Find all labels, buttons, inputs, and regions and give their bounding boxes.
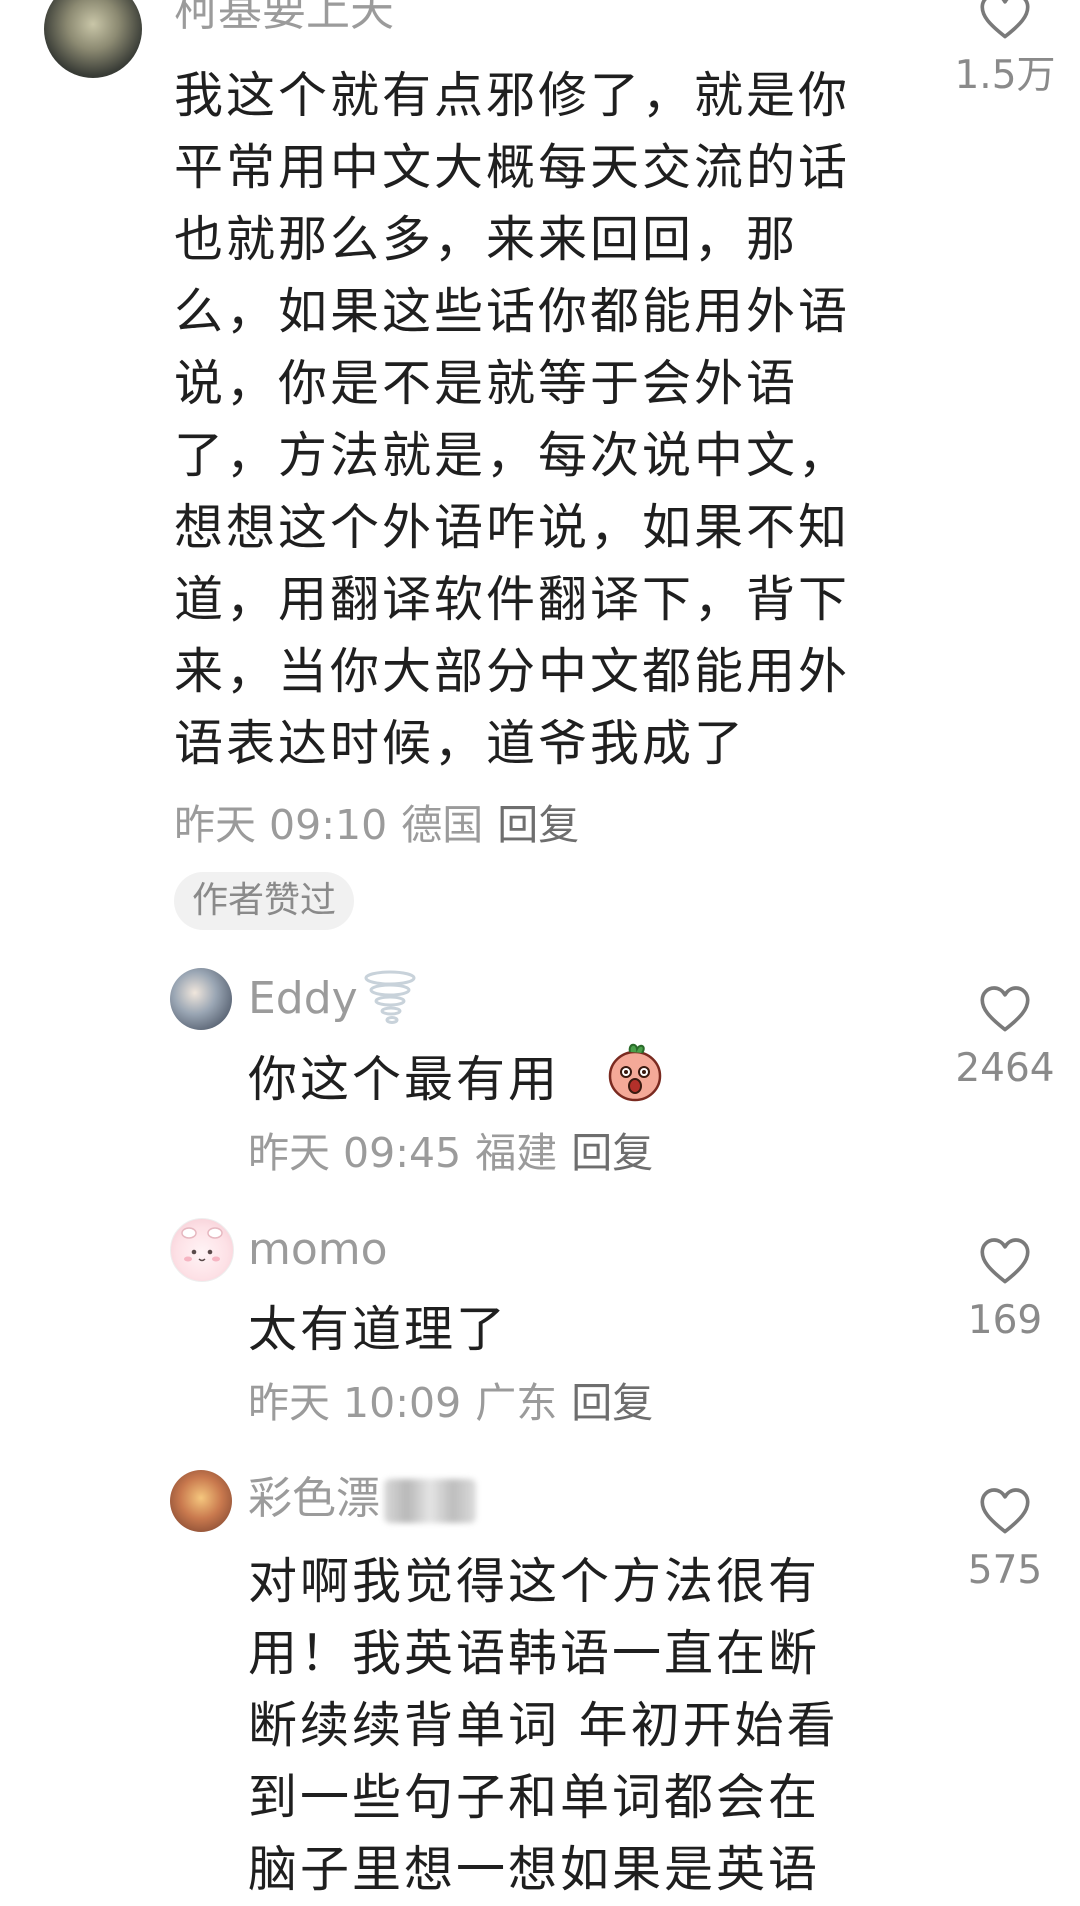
like-count: 1.5万 (954, 53, 1056, 98)
username[interactable]: momo (248, 1225, 388, 1275)
reply-button[interactable]: 回复 (571, 1129, 653, 1177)
like-button[interactable]: 575 (945, 1485, 1065, 1595)
like-button[interactable]: 2464 (945, 983, 1065, 1093)
comment-line: 你这个最有用 (248, 1051, 561, 1108)
reply-button[interactable]: 回复 (571, 1379, 653, 1427)
comment-line: 断续续背单词 年初开始看 (248, 1697, 839, 1754)
comment-location: 福建 (475, 1129, 558, 1177)
username[interactable]: Eddy (248, 974, 358, 1024)
comment-line: 平常用中文大概每天交流的话 (174, 139, 851, 196)
comment-line: 了，方法就是，每次说中文， (174, 427, 851, 484)
comment-meta: 昨天 09:45 福建 回复 (248, 1128, 653, 1178)
avatar[interactable] (170, 1470, 232, 1532)
comment-line: 我这个就有点邪修了，就是你 (174, 67, 851, 124)
comment-text: 太有道理了 (248, 1294, 508, 1366)
comment-line: 到一些句子和单词都会在 (248, 1769, 821, 1826)
comment-text: 你这个最有用 (248, 1044, 560, 1116)
like-count: 575 (967, 1548, 1043, 1593)
comment-line: 语表达时候，道爷我成了 (174, 715, 747, 772)
comment-line: 也就那么多，来来回回，那 (174, 211, 799, 268)
heart-outline-icon[interactable] (977, 1235, 1033, 1285)
comment-line: 对啊我觉得这个方法很有 (248, 1553, 821, 1610)
username[interactable]: 彩色漂 (248, 1474, 476, 1524)
like-count: 169 (967, 1298, 1043, 1343)
comment-line: 太有道理了 (248, 1301, 509, 1358)
like-button[interactable]: 169 (945, 1235, 1065, 1345)
comment-line: 么，如果这些话你都能用外语 (174, 283, 851, 340)
comment-time: 昨天 10:09 (248, 1379, 462, 1427)
heart-outline-icon[interactable] (977, 983, 1033, 1033)
comment-time: 昨天 09:45 (248, 1129, 462, 1177)
tornado-icon (364, 970, 416, 1024)
username-text: 彩色漂 (248, 1473, 380, 1524)
comment-text: 我这个就有点邪修了，就是你 平常用中文大概每天交流的话 也就那么多，来来回回，那… (174, 60, 850, 780)
comment-line: 来，当你大部分中文都能用外 (174, 643, 851, 700)
heart-outline-icon[interactable] (977, 0, 1033, 40)
comment-location: 德国 (401, 801, 484, 849)
heart-outline-icon[interactable] (977, 1485, 1033, 1535)
bunny-face-icon (181, 1227, 223, 1262)
author-liked-badge: 作者赞过 (174, 872, 355, 930)
comment-line: 脑子里想一想如果是英语 (248, 1841, 821, 1898)
surprised-face-emoji (608, 1043, 662, 1102)
comment-meta: 昨天 10:09 广东 回复 (248, 1378, 653, 1428)
avatar[interactable] (170, 1218, 234, 1282)
redacted-text (384, 1479, 476, 1523)
avatar[interactable] (170, 968, 232, 1030)
comment-time: 昨天 09:10 (174, 801, 388, 849)
comment-line: 道，用翻译软件翻译下，背下 (174, 571, 851, 628)
like-count: 2464 (955, 1046, 1055, 1091)
comment-line: 用！我英语韩语一直在断 (248, 1625, 821, 1682)
like-button[interactable]: 1.5万 (945, 0, 1065, 100)
reply-button[interactable]: 回复 (497, 801, 579, 849)
comment-text: 对啊我觉得这个方法很有 用！我英语韩语一直在断 断续续背单词 年初开始看 到一些… (248, 1546, 839, 1906)
comment-line: 想想这个外语咋说，如果不知 (174, 499, 851, 556)
username[interactable]: 柯基要上天 (174, 0, 394, 36)
comment-meta: 昨天 09:10 德国 回复 (174, 800, 579, 850)
comment-line: 说，你是不是就等于会外语 (174, 355, 799, 412)
avatar[interactable] (44, 0, 142, 78)
comment-location: 广东 (475, 1379, 558, 1427)
